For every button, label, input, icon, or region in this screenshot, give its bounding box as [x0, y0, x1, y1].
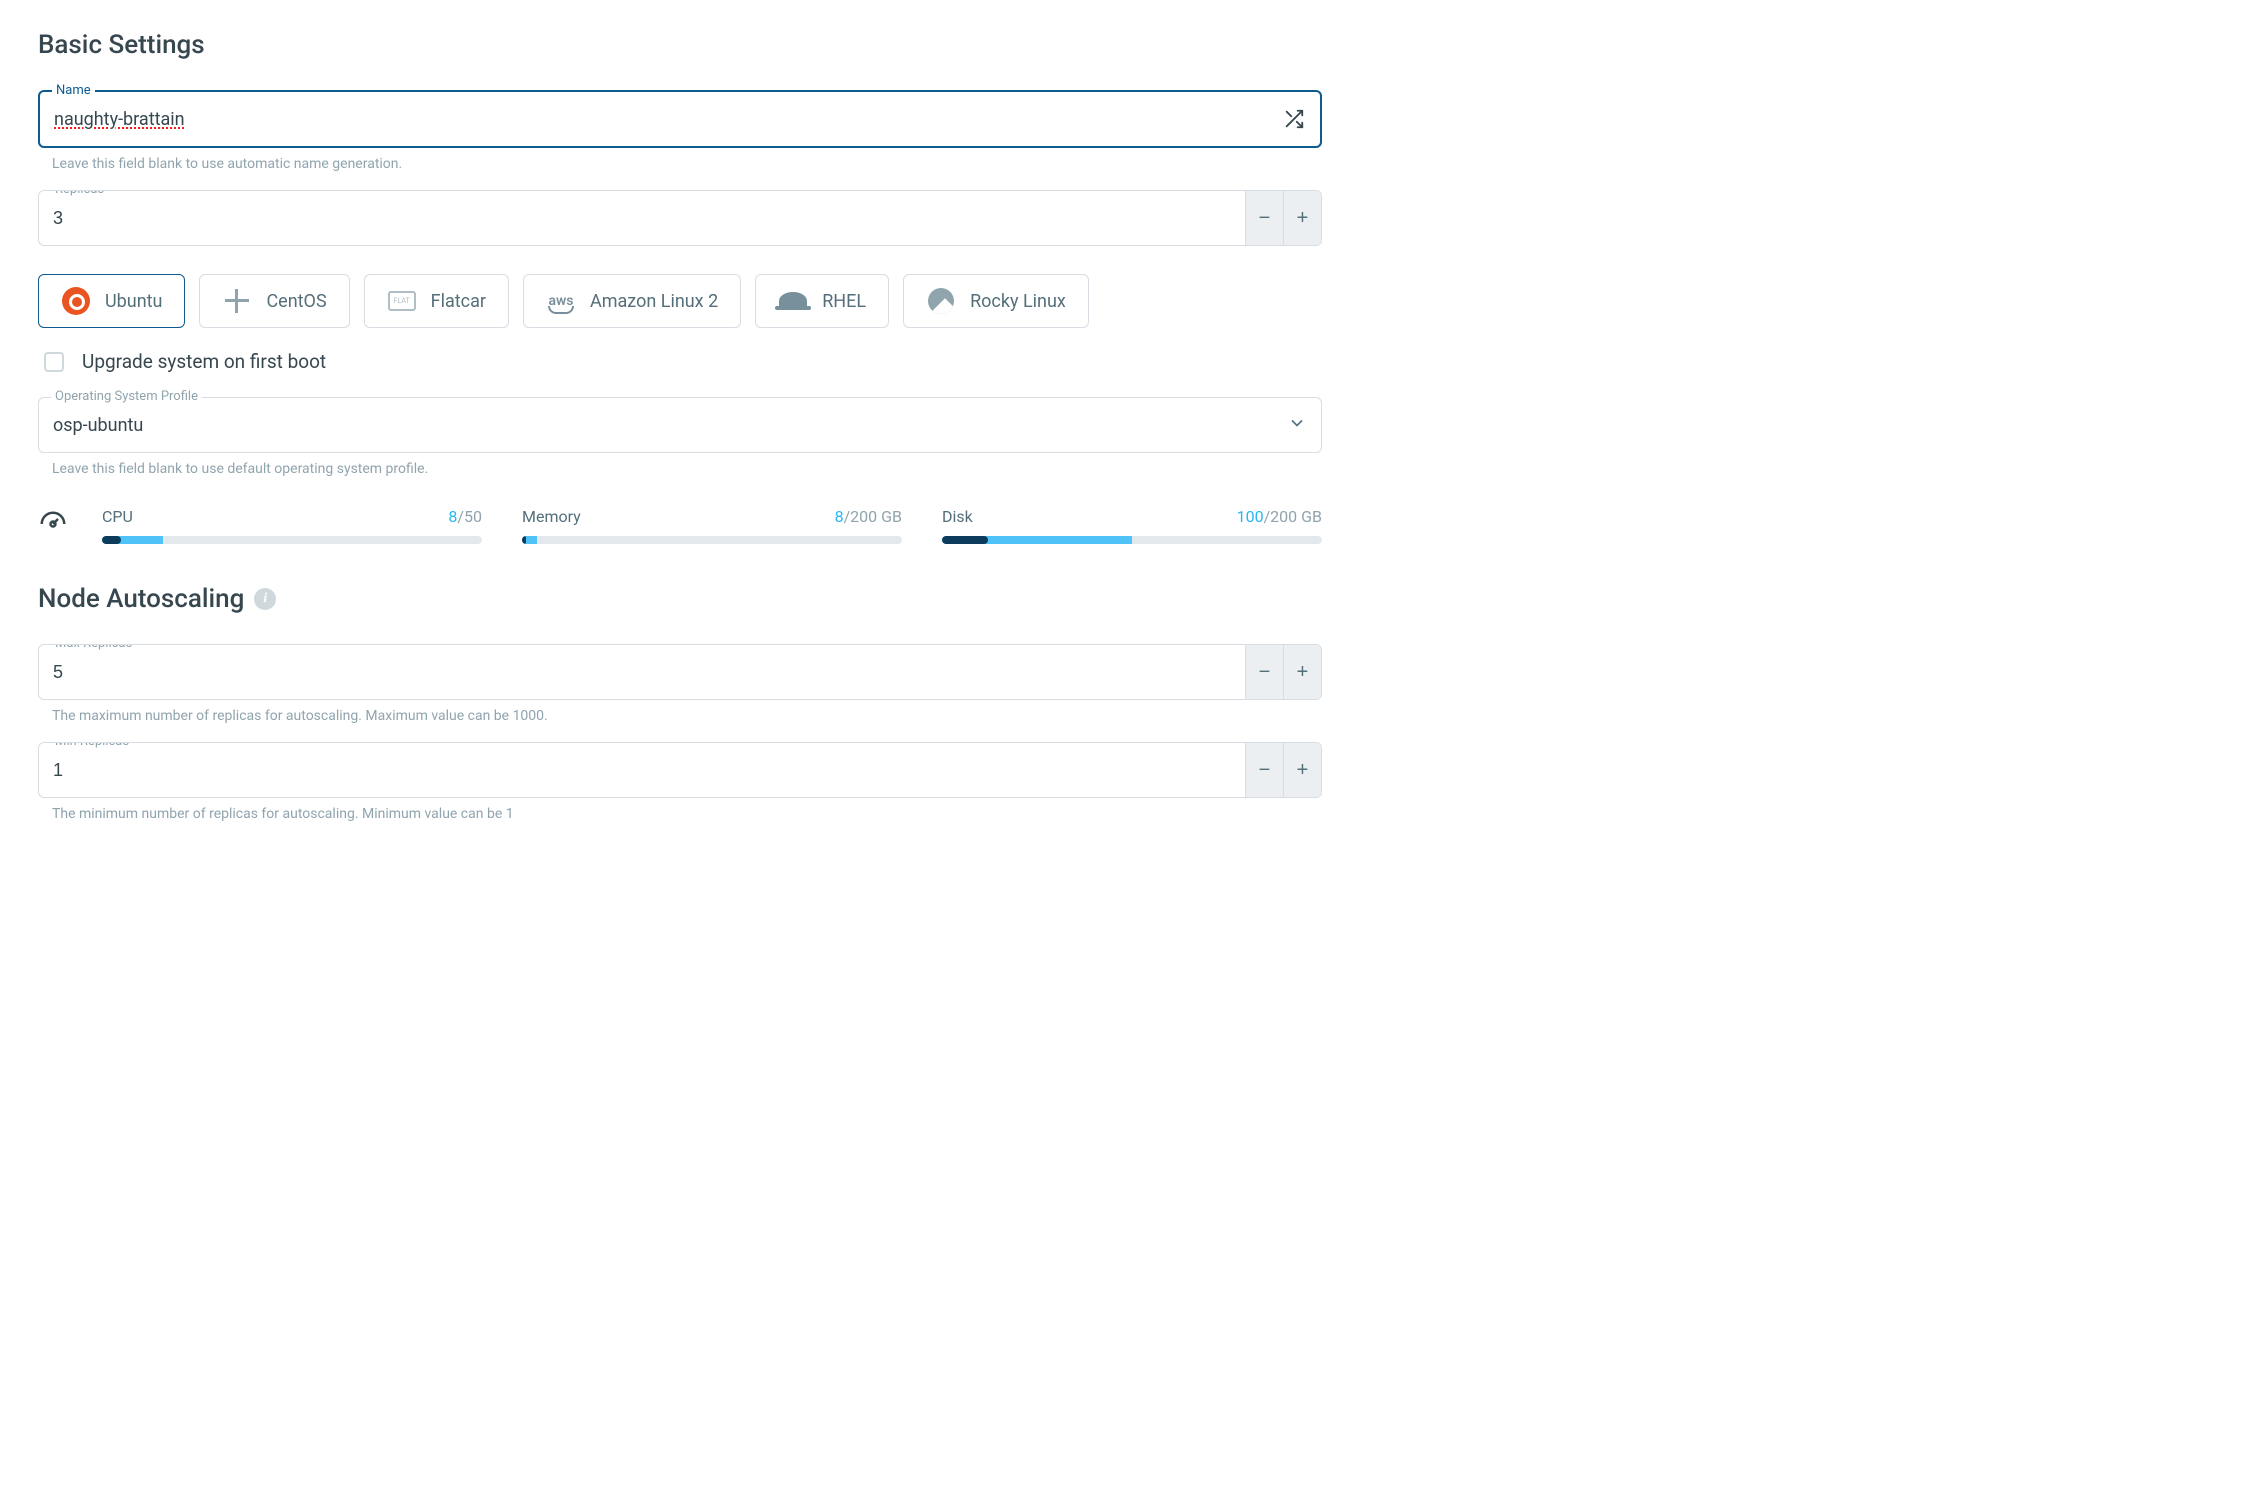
ubuntu-icon — [61, 286, 91, 316]
rocky-icon — [926, 286, 956, 316]
info-icon[interactable]: i — [254, 588, 276, 610]
upgrade-label: Upgrade system on first boot — [82, 350, 326, 373]
os-label: Flatcar — [431, 291, 486, 312]
min-replicas-increment-button[interactable]: + — [1283, 743, 1321, 797]
replicas-field[interactable]: Replicas * − + — [38, 190, 1322, 246]
upgrade-checkbox-row[interactable]: Upgrade system on first boot — [44, 350, 1322, 373]
memory-used: 8 — [835, 507, 844, 526]
max-replicas-field[interactable]: Max Replicas − + — [38, 644, 1322, 700]
flatcar-icon: FLAT — [387, 286, 417, 316]
replicas-input[interactable] — [53, 208, 1231, 229]
centos-icon — [222, 286, 252, 316]
max-replicas-label: Max Replicas — [51, 644, 136, 651]
os-option-centos[interactable]: CentOS — [199, 274, 349, 328]
cpu-label: CPU — [102, 507, 133, 526]
memory-label: Memory — [522, 507, 581, 526]
name-field[interactable]: Name naughty-brattain — [38, 90, 1322, 148]
gauge-icon — [38, 509, 68, 543]
section-title-basic: Basic Settings — [38, 30, 1322, 60]
disk-total: /200 GB — [1264, 507, 1322, 526]
max-replicas-helper: The maximum number of replicas for autos… — [52, 708, 1322, 724]
upgrade-checkbox[interactable] — [44, 352, 64, 372]
os-option-rhel[interactable]: RHEL — [755, 274, 889, 328]
os-option-rocky[interactable]: Rocky Linux — [903, 274, 1089, 328]
os-option-amazon-linux[interactable]: aws Amazon Linux 2 — [523, 274, 741, 328]
rhel-icon — [778, 286, 808, 316]
disk-gauge: Disk 100/200 GB — [942, 507, 1322, 544]
os-profile-label: Operating System Profile — [51, 389, 202, 404]
min-replicas-label: Min Replicas — [51, 742, 133, 749]
replicas-label: Replicas * — [51, 190, 117, 197]
disk-used: 100 — [1237, 507, 1264, 526]
memory-total: /200 GB — [844, 507, 902, 526]
replicas-increment-button[interactable]: + — [1283, 191, 1321, 245]
name-input[interactable]: naughty-brattain — [54, 109, 1276, 130]
min-replicas-field[interactable]: Min Replicas − + — [38, 742, 1322, 798]
memory-gauge: Memory 8/200 GB — [522, 507, 902, 544]
min-replicas-input[interactable] — [53, 760, 1231, 781]
os-selector: Ubuntu CentOS FLAT Flatcar aws Amazon Li… — [38, 274, 1322, 328]
os-label: RHEL — [822, 291, 866, 312]
name-label: Name — [52, 83, 95, 98]
section-title-autoscaling: Node Autoscaling i — [38, 584, 1322, 614]
disk-label: Disk — [942, 507, 973, 526]
os-profile-select[interactable]: Operating System Profile osp-ubuntu — [38, 397, 1322, 453]
max-replicas-decrement-button[interactable]: − — [1245, 645, 1283, 699]
max-replicas-increment-button[interactable]: + — [1283, 645, 1321, 699]
os-option-ubuntu[interactable]: Ubuntu — [38, 274, 185, 328]
os-label: Amazon Linux 2 — [590, 291, 718, 312]
aws-icon: aws — [546, 286, 576, 316]
os-option-flatcar[interactable]: FLAT Flatcar — [364, 274, 509, 328]
min-replicas-decrement-button[interactable]: − — [1245, 743, 1283, 797]
os-profile-helper: Leave this field blank to use default op… — [52, 461, 1322, 477]
min-replicas-helper: The minimum number of replicas for autos… — [52, 806, 1322, 822]
os-profile-value: osp-ubuntu — [53, 415, 1287, 436]
replicas-decrement-button[interactable]: − — [1245, 191, 1283, 245]
os-label: Rocky Linux — [970, 291, 1066, 312]
resource-gauges: CPU 8/50 Memory 8/200 GB Disk 100/200 GB — [38, 507, 1322, 544]
os-label: CentOS — [266, 291, 326, 312]
cpu-gauge: CPU 8/50 — [102, 507, 482, 544]
cpu-total: /50 — [457, 507, 482, 526]
name-helper: Leave this field blank to use automatic … — [52, 156, 1322, 172]
chevron-down-icon — [1287, 413, 1307, 437]
shuffle-icon[interactable] — [1276, 101, 1312, 137]
max-replicas-input[interactable] — [53, 662, 1231, 683]
os-label: Ubuntu — [105, 291, 162, 312]
